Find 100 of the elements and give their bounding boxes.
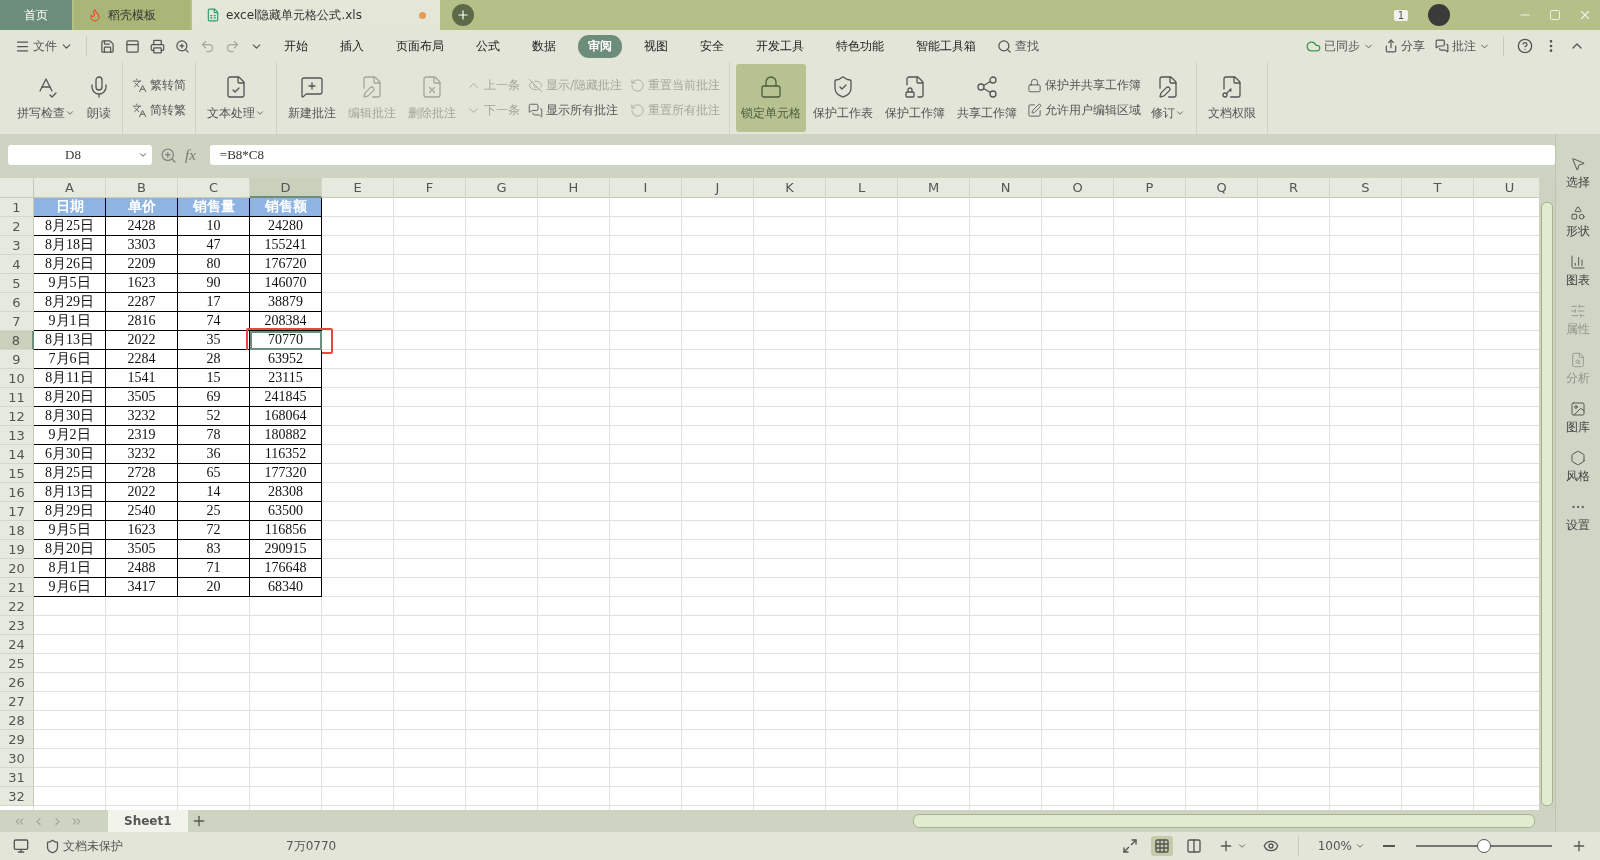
ribbon-button[interactable]: 新建批注 [283,64,341,132]
row-header[interactable]: 20 [0,559,34,578]
document-tab[interactable]: 稻壳模板 [74,0,190,30]
column-header[interactable]: L [826,178,898,198]
row-header[interactable]: 14 [0,445,34,464]
row-header[interactable]: 2 [0,217,34,236]
ribbon-button[interactable]: 共享工作簿 [952,64,1023,132]
search-button[interactable]: 查找 [994,35,1042,57]
side-panel-button[interactable]: 图库 [1566,401,1590,436]
slider-thumb[interactable] [1477,839,1491,853]
ribbon-tab[interactable]: 页面布局 [386,34,454,58]
name-box[interactable]: D8 [8,145,152,165]
row-header[interactable]: 3 [0,236,34,255]
row-header[interactable]: 27 [0,692,34,711]
row-header[interactable]: 6 [0,293,34,312]
row-header[interactable]: 18 [0,521,34,540]
column-header[interactable]: E [322,178,394,198]
file-menu[interactable]: 文件 [12,35,76,57]
ribbon-button[interactable]: 修订 [1146,64,1191,132]
column-header[interactable]: M [898,178,970,198]
row-header[interactable]: 7 [0,312,34,331]
column-header[interactable]: A [34,178,106,198]
ribbon-button[interactable]: 保护工作表 [808,64,879,132]
ribbon-tab[interactable]: 开始 [274,34,318,58]
ribbon-button[interactable]: 保护并共享工作簿 [1027,77,1142,94]
side-panel-button[interactable]: 设置 [1566,499,1590,534]
row-header[interactable]: 1 [0,198,34,217]
row-header[interactable]: 26 [0,673,34,692]
row-header[interactable]: 30 [0,749,34,768]
row-header[interactable]: 16 [0,483,34,502]
side-panel-button[interactable]: 图表 [1566,254,1590,289]
column-header[interactable]: D [250,178,322,198]
ribbon-button[interactable]: 允许用户编辑区域 [1027,102,1142,119]
ribbon-button[interactable]: 繁转简 [132,77,186,94]
row-header[interactable]: 5 [0,274,34,293]
side-panel-button[interactable]: 形状 [1566,205,1590,240]
document-tab[interactable]: 首页 [0,0,72,30]
protection-status[interactable]: 文档未保护 [42,835,126,857]
formula-field[interactable]: =B8*C8 [209,145,1555,165]
column-header[interactable]: J [682,178,754,198]
column-header[interactable]: G [466,178,538,198]
column-header[interactable]: B [106,178,178,198]
column-header[interactable]: T [1402,178,1474,198]
ribbon-button[interactable]: 朗读 [82,64,116,132]
row-header[interactable]: 28 [0,711,34,730]
row-header[interactable]: 9 [0,350,34,369]
row-header[interactable]: 32 [0,787,34,806]
row-header[interactable]: 21 [0,578,34,597]
normal-view-button[interactable] [1150,836,1173,856]
row-header[interactable]: 29 [0,730,34,749]
share-button[interactable]: 分享 [1381,35,1428,57]
ribbon-tab[interactable]: 智能工具箱 [906,34,986,58]
ribbon-tab[interactable]: 数据 [522,34,566,58]
row-header[interactable]: 10 [0,369,34,388]
row-header[interactable]: 15 [0,464,34,483]
ribbon-tab[interactable]: 特色功能 [826,34,894,58]
side-panel-button[interactable]: 风格 [1566,450,1590,485]
ribbon-tab[interactable]: 审阅 [578,34,622,58]
column-header[interactable]: N [970,178,1042,198]
sheet-tab[interactable]: Sheet1 [108,810,188,832]
column-header[interactable]: H [538,178,610,198]
column-header[interactable]: F [394,178,466,198]
ribbon-button[interactable]: 文档权限 [1203,64,1262,132]
row-header[interactable]: 8 [0,331,34,350]
comment-button[interactable]: 批注 [1432,35,1493,57]
horizontal-scrollbar[interactable] [913,814,1535,828]
column-header[interactable]: I [610,178,682,198]
row-header[interactable]: 22 [0,597,34,616]
zoom-menu[interactable]: 100% [1314,837,1368,855]
row-header[interactable]: 17 [0,502,34,521]
avatar[interactable] [1428,4,1450,26]
ribbon-tab[interactable]: 视图 [634,34,678,58]
ribbon-button[interactable]: 显示所有批注 [528,102,623,119]
row-header[interactable]: 12 [0,407,34,426]
ribbon-button[interactable]: 保护工作簿 [880,64,951,132]
row-header[interactable]: 25 [0,654,34,673]
row-header[interactable]: 11 [0,388,34,407]
ribbon-tab[interactable]: 开发工具 [746,34,814,58]
side-panel-button[interactable]: 选择 [1566,156,1590,191]
column-header[interactable]: R [1258,178,1330,198]
column-header[interactable]: O [1042,178,1114,198]
row-header[interactable]: 31 [0,768,34,787]
row-header[interactable]: 23 [0,616,34,635]
document-tab[interactable]: excel隐藏单元格公式.xls [192,0,440,30]
new-tab-button[interactable] [452,4,474,26]
ribbon-button[interactable]: 拼写检查 [12,64,80,132]
ribbon-tab[interactable]: 插入 [330,34,374,58]
ribbon-tab[interactable]: 安全 [690,34,734,58]
ribbon-tab[interactable]: 公式 [466,34,510,58]
ribbon-button[interactable]: 锁定单元格 [736,64,807,132]
column-header[interactable]: Q [1186,178,1258,198]
row-header[interactable]: 4 [0,255,34,274]
ribbon-button[interactable]: 文本处理 [202,64,270,132]
row-header[interactable]: 19 [0,540,34,559]
column-header[interactable]: P [1114,178,1186,198]
column-header[interactable]: K [754,178,826,198]
row-header[interactable]: 13 [0,426,34,445]
row-header[interactable]: 24 [0,635,34,654]
column-header[interactable]: C [178,178,250,198]
sync-button[interactable]: 已同步 [1303,35,1377,57]
